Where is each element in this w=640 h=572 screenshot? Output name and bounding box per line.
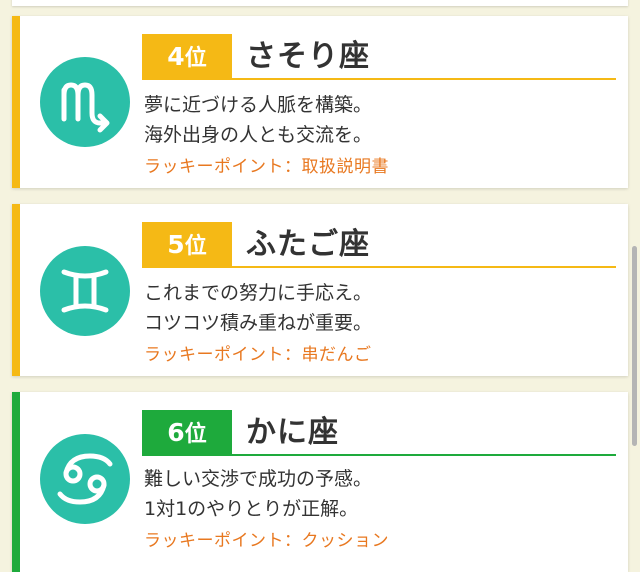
rank-number: 6 [167, 418, 185, 447]
scorpio-icon [40, 57, 130, 147]
rank-suffix: 位 [184, 234, 207, 259]
horoscope-card-rank-6[interactable]: 6位 かに座 難しい交渉で成功の予感。 1対1のやりとりが正解。 ラッキーポイン… [12, 392, 628, 572]
rank-number: 5 [167, 230, 185, 259]
card-accent-bar [12, 392, 20, 572]
gemini-icon [40, 246, 130, 336]
horoscope-card-rank-5[interactable]: 5位 ふたご座 これまでの努力に手応え。 コツコツ積み重ねが重要。 ラッキーポイ… [12, 204, 628, 376]
lucky-point: ラッキーポイント：クッション [144, 531, 389, 551]
fortune-description: 難しい交渉で成功の予感。 1対1のやりとりが正解。 [144, 464, 372, 524]
card-accent-bar [12, 16, 20, 188]
card-accent-bar [12, 204, 20, 376]
rank-badge: 4位 [142, 34, 232, 80]
rank-header: 5位 ふたご座 [142, 222, 616, 270]
fortune-description: これまでの努力に手応え。 コツコツ積み重ねが重要。 [144, 278, 372, 338]
horoscope-card-rank-4[interactable]: 4位 さそり座 夢に近づける人脈を構築。 海外出身の人とも交流を。 ラッキーポイ… [12, 16, 628, 188]
fortune-line-2: 海外出身の人とも交流を。 [144, 124, 373, 146]
rank-badge: 6位 [142, 410, 232, 456]
fortune-line-1: 夢に近づける人脈を構築。 [144, 94, 373, 116]
rank-suffix: 位 [184, 46, 207, 71]
lucky-point: ラッキーポイント：串だんご [144, 345, 372, 365]
rank-header: 6位 かに座 [142, 410, 616, 458]
lucky-point: ラッキーポイント：取扱説明書 [144, 157, 389, 177]
rank-underline [142, 454, 616, 456]
fortune-line-2: コツコツ積み重ねが重要。 [144, 312, 373, 334]
rank-header: 4位 さそり座 [142, 34, 616, 82]
rank-underline [142, 266, 616, 268]
fortune-line-2: 1対1のやりとりが正解。 [144, 498, 359, 520]
rank-number: 4 [167, 42, 185, 71]
scrollbar-thumb[interactable] [632, 246, 637, 446]
cancer-icon [40, 434, 130, 524]
rank-badge: 5位 [142, 222, 232, 268]
rank-suffix: 位 [184, 422, 207, 447]
previous-card-edge [12, 0, 628, 6]
sign-name: ふたご座 [246, 227, 370, 262]
fortune-line-1: 難しい交渉で成功の予感。 [144, 468, 373, 490]
fortune-description: 夢に近づける人脈を構築。 海外出身の人とも交流を。 [144, 90, 372, 150]
fortune-line-1: これまでの努力に手応え。 [144, 282, 373, 304]
sign-name: かに座 [246, 415, 339, 450]
sign-name: さそり座 [246, 39, 370, 74]
rank-underline [142, 78, 616, 80]
